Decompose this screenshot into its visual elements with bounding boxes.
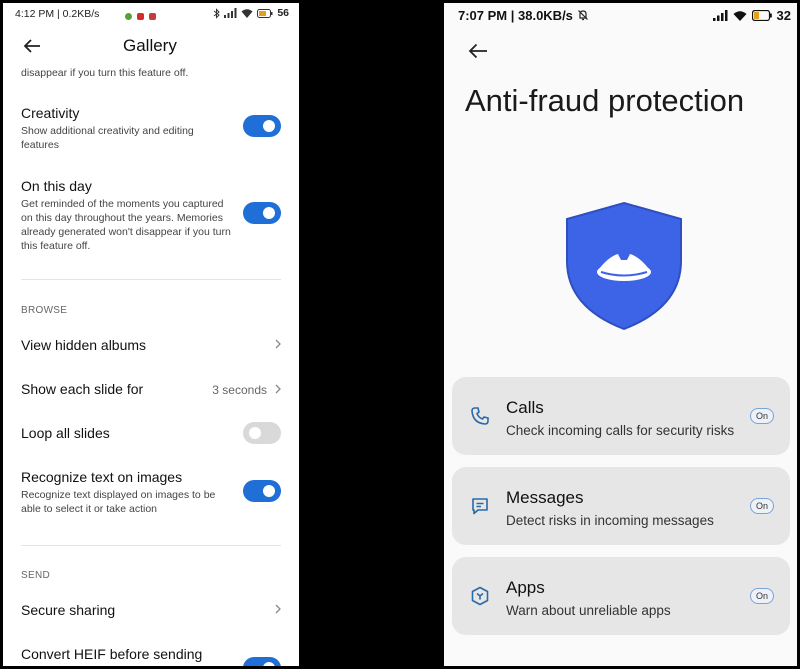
wifi-icon <box>733 11 747 21</box>
anti-fraud-screen: 7:07 PM | 38.0KB/s 32 Anti-fraud protect… <box>444 3 797 666</box>
battery-icon <box>257 8 273 18</box>
clipped-description: disappear if you turn this feature off. <box>21 67 189 79</box>
loop-all-slides: Loop all slides <box>21 425 110 441</box>
chevron-right-icon <box>275 384 281 394</box>
setting-creativity: Creativity Show additional creativity an… <box>21 105 281 152</box>
toggle-knob <box>263 207 275 219</box>
messages-card[interactable]: Messages Detect risks in incoming messag… <box>452 467 790 545</box>
status-badge: On <box>750 588 774 604</box>
battery-icon <box>751 10 772 21</box>
card-title: Messages <box>506 488 584 507</box>
creativity-toggle[interactable] <box>243 115 281 137</box>
divider <box>21 279 281 280</box>
secure-sharing[interactable]: Secure sharing <box>21 602 281 618</box>
status-time: 4:12 PM | 0.2KB/s <box>15 8 100 20</box>
setting-title: On this day <box>21 178 92 194</box>
status-badge: On <box>750 408 774 424</box>
setting-description: Recognize text displayed on images to be… <box>21 489 216 515</box>
status-time-text: 7:07 PM | 38.0KB/s <box>458 8 573 23</box>
recognize-text-toggle[interactable] <box>243 480 281 502</box>
card-title: Apps <box>506 578 545 597</box>
status-right: 56 <box>213 7 289 19</box>
status-bar: 7:07 PM | 38.0KB/s 32 <box>444 3 797 27</box>
battery-percent: 56 <box>277 7 289 19</box>
bluetooth-icon <box>214 7 221 19</box>
setting-description: Show additional creativity and editing f… <box>21 125 194 151</box>
signal-icon <box>712 10 728 21</box>
divider <box>21 545 281 546</box>
status-right: 32 <box>712 8 791 23</box>
loop-slides-toggle[interactable] <box>243 422 281 444</box>
convert-heif: Convert HEIF before sending <box>21 646 203 662</box>
screenshot-frame: 4:12 PM | 0.2KB/s 56 Gallery disappear i… <box>0 0 800 669</box>
setting-description: Get reminded of the moments you captured… <box>21 198 231 252</box>
calls-card[interactable]: Calls Check incoming calls for security … <box>452 377 790 455</box>
back-arrow-icon[interactable] <box>466 39 490 63</box>
phone-icon <box>471 407 489 425</box>
page-title: Anti-fraud protection <box>465 83 745 118</box>
chevron-right-icon <box>275 339 281 349</box>
gallery-settings-screen: 4:12 PM | 0.2KB/s 56 Gallery disappear i… <box>3 3 299 666</box>
toggle-knob <box>249 427 261 439</box>
section-send: SEND <box>21 570 50 581</box>
card-description: Warn about unreliable apps <box>506 603 671 618</box>
wifi-icon <box>241 9 253 18</box>
setting-title: Recognize text on images <box>21 469 183 485</box>
status-bar: 4:12 PM | 0.2KB/s 56 <box>3 3 299 25</box>
convert-heif-toggle[interactable] <box>243 657 281 666</box>
setting-title: Creativity <box>21 105 80 121</box>
card-description: Detect risks in incoming messages <box>506 513 714 528</box>
setting-recognize-text: Recognize text on images Recognize text … <box>21 469 281 516</box>
signal-icon <box>224 8 237 18</box>
setting-on-this-day: On this day Get reminded of the moments … <box>21 178 281 253</box>
chevron-right-icon <box>275 604 281 614</box>
card-title: Calls <box>506 398 544 417</box>
notification-icons <box>123 10 156 22</box>
bell-off-icon <box>577 10 588 21</box>
apps-card[interactable]: Apps Warn about unreliable apps On <box>452 557 790 635</box>
card-description: Check incoming calls for security risks <box>506 423 735 438</box>
toggle-knob <box>263 662 275 666</box>
back-arrow-icon[interactable] <box>21 35 43 57</box>
apps-shield-icon <box>471 586 489 606</box>
view-hidden-albums[interactable]: View hidden albums <box>21 337 281 353</box>
battery-percent: 32 <box>776 8 791 23</box>
status-time: 7:07 PM | 38.0KB/s <box>458 8 589 23</box>
police-shield-icon <box>566 201 682 331</box>
on-this-day-toggle[interactable] <box>243 202 281 224</box>
toggle-knob <box>263 485 275 497</box>
section-browse: BROWSE <box>21 305 68 316</box>
status-badge: On <box>750 498 774 514</box>
toggle-knob <box>263 120 275 132</box>
message-icon <box>472 498 488 515</box>
page-title: Gallery <box>123 36 177 55</box>
slide-duration-value: 3 seconds <box>212 383 267 397</box>
app-bar: Gallery <box>3 29 299 65</box>
